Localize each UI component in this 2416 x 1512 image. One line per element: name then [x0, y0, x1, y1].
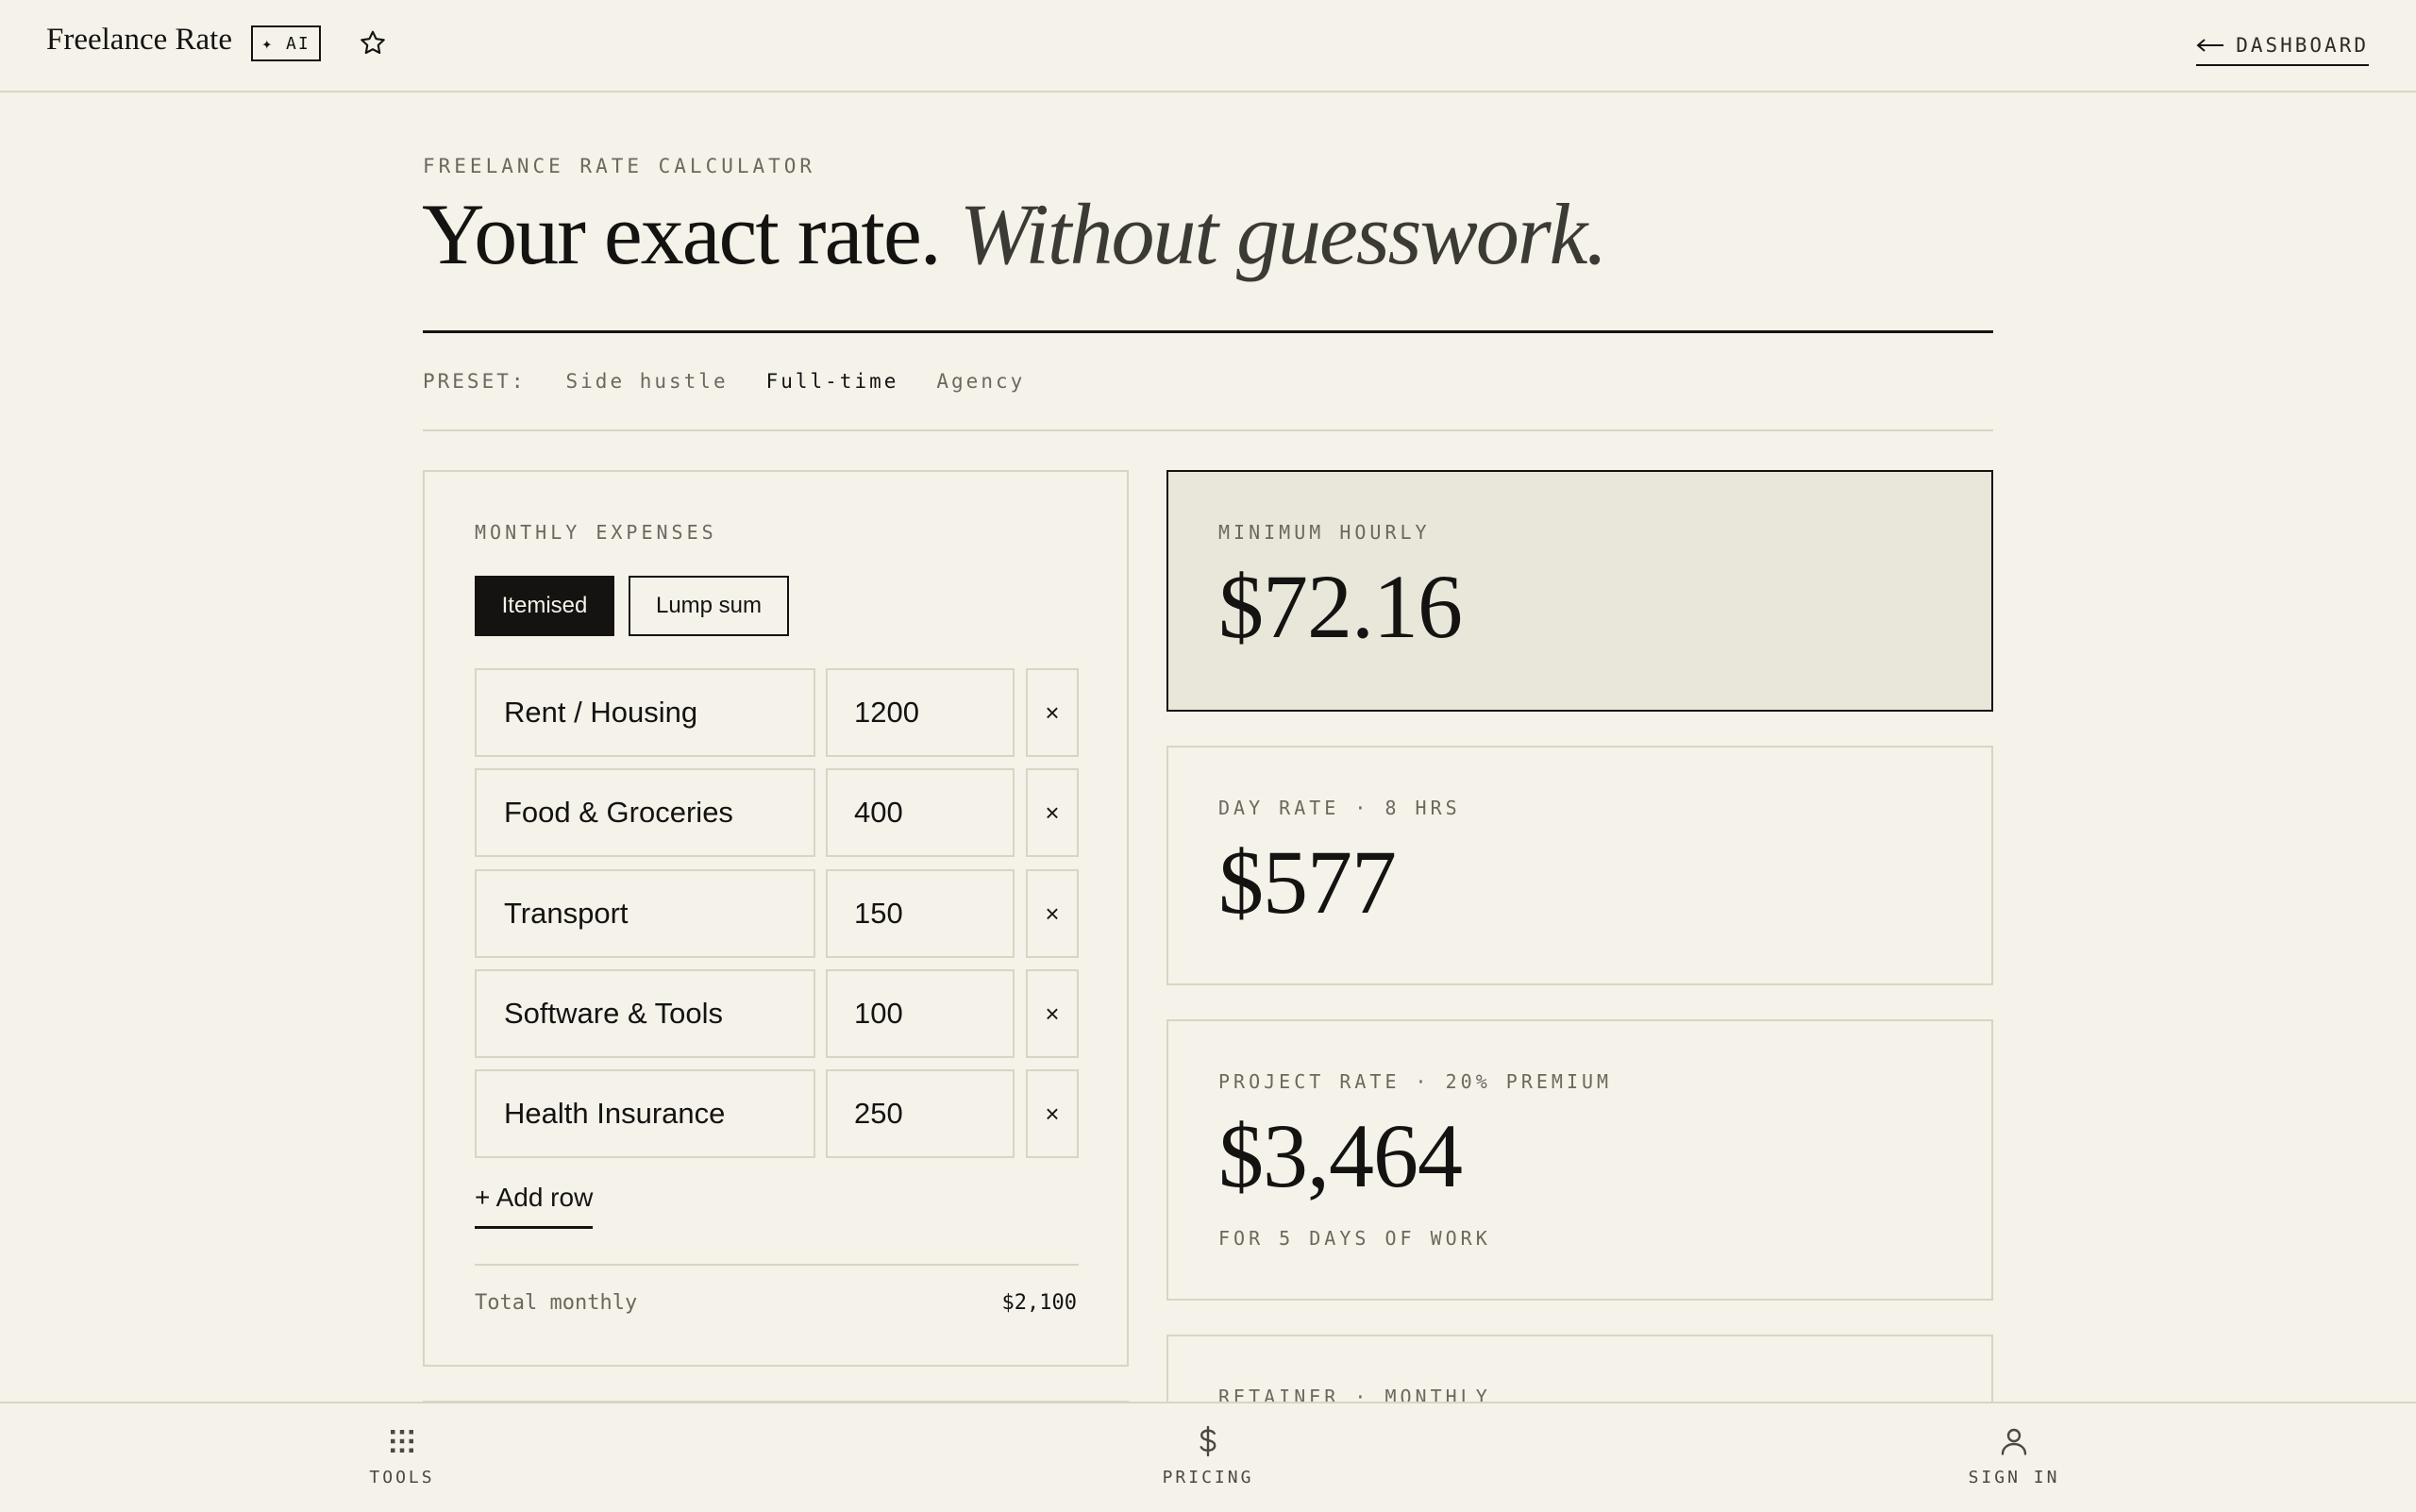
project-rate-card: PROJECT RATE · 20% PREMIUM $3,464 FOR 5 … — [1166, 1019, 1993, 1301]
project-rate-note: FOR 5 DAYS OF WORK — [1218, 1227, 1491, 1250]
dashboard-link-label: DASHBOARD — [2236, 34, 2369, 57]
expense-amount-input[interactable]: 100 — [826, 969, 1015, 1058]
minimum-hourly-label: MINIMUM HOURLY — [1218, 521, 1431, 544]
project-rate-value: $3,464 — [1218, 1105, 1463, 1206]
expense-row: Software & Tools 100 × — [475, 969, 1079, 1058]
page-eyebrow: FREELANCE RATE CALCULATOR — [423, 155, 816, 177]
day-rate-label: DAY RATE · 8 HRS — [1218, 797, 1461, 819]
header-divider — [423, 330, 1993, 333]
nav-tools[interactable]: TOOLS — [327, 1424, 478, 1487]
ai-badge[interactable]: ✦ AI — [251, 25, 321, 61]
dollar-icon — [1200, 1425, 1216, 1457]
preset-selector: PRESET: Side hustle Full-time Agency — [423, 370, 1025, 393]
preset-side-hustle[interactable]: Side hustle — [566, 370, 729, 393]
minimum-hourly-card: MINIMUM HOURLY $72.16 — [1166, 470, 1993, 712]
expense-name-input[interactable]: Food & Groceries — [475, 768, 815, 857]
day-rate-value: $577 — [1218, 832, 1397, 932]
mode-itemised-button[interactable]: Itemised — [475, 576, 614, 636]
remove-row-button[interactable]: × — [1026, 1069, 1079, 1158]
expense-amount-input[interactable]: 150 — [826, 869, 1015, 958]
expense-name-input[interactable]: Transport — [475, 869, 815, 958]
preset-full-time[interactable]: Full-time — [766, 370, 899, 393]
remove-row-button[interactable]: × — [1026, 768, 1079, 857]
remove-row-button[interactable]: × — [1026, 869, 1079, 958]
expense-row: Transport 150 × — [475, 869, 1079, 958]
preset-agency[interactable]: Agency — [936, 370, 1025, 393]
star-icon[interactable] — [358, 28, 388, 59]
grid-icon — [391, 1430, 413, 1453]
nav-pricing[interactable]: PRICING — [1132, 1424, 1284, 1487]
expense-row: Food & Groceries 400 × — [475, 768, 1079, 857]
nav-tools-label: TOOLS — [369, 1468, 435, 1487]
nav-pricing-label: PRICING — [1162, 1468, 1254, 1487]
nav-sign-in-label: SIGN IN — [1968, 1468, 2060, 1487]
user-icon — [2001, 1428, 2027, 1455]
arrow-left-icon — [2196, 39, 2224, 52]
expense-name-input[interactable]: Software & Tools — [475, 969, 815, 1058]
day-rate-card: DAY RATE · 8 HRS $577 — [1166, 746, 1993, 985]
remove-row-button[interactable]: × — [1026, 668, 1079, 757]
expense-row: Health Insurance 250 × — [475, 1069, 1079, 1158]
expense-name-input[interactable]: Health Insurance — [475, 1069, 815, 1158]
nav-sign-in[interactable]: SIGN IN — [1938, 1424, 2089, 1487]
page-title-main: Your exact rate. — [422, 186, 942, 282]
add-row-button[interactable]: + Add row — [475, 1183, 594, 1229]
project-rate-label: PROJECT RATE · 20% PREMIUM — [1218, 1070, 1613, 1093]
mode-lump-sum-button[interactable]: Lump sum — [629, 576, 789, 636]
page-title-italic: Without guesswork. — [959, 186, 1608, 282]
total-divider — [475, 1264, 1079, 1266]
remove-row-button[interactable]: × — [1026, 969, 1079, 1058]
expense-amount-input[interactable]: 400 — [826, 768, 1015, 857]
expenses-title: MONTHLY EXPENSES — [475, 521, 717, 544]
dashboard-link[interactable]: DASHBOARD — [2196, 28, 2369, 66]
total-monthly-label: Total monthly — [475, 1291, 638, 1315]
expense-amount-input[interactable]: 250 — [826, 1069, 1015, 1158]
page-title: Your exact rate. Without guesswork. — [422, 177, 1608, 291]
total-monthly-value: $2,100 — [1001, 1291, 1077, 1315]
preset-label: PRESET: — [423, 370, 527, 393]
preset-divider — [423, 429, 1993, 431]
minimum-hourly-value: $72.16 — [1218, 556, 1463, 657]
monthly-expenses-card: MONTHLY EXPENSES Itemised Lump sum Rent … — [423, 470, 1129, 1367]
bottom-nav: TOOLS PRICING SIGN IN — [0, 1402, 2416, 1512]
brand-title[interactable]: Freelance Rate — [46, 23, 232, 58]
expense-row: Rent / Housing 1200 × — [475, 668, 1079, 757]
top-bar: Freelance Rate ✦ AI DASHBOARD — [0, 0, 2416, 92]
expense-amount-input[interactable]: 1200 — [826, 668, 1015, 757]
expense-name-input[interactable]: Rent / Housing — [475, 668, 815, 757]
